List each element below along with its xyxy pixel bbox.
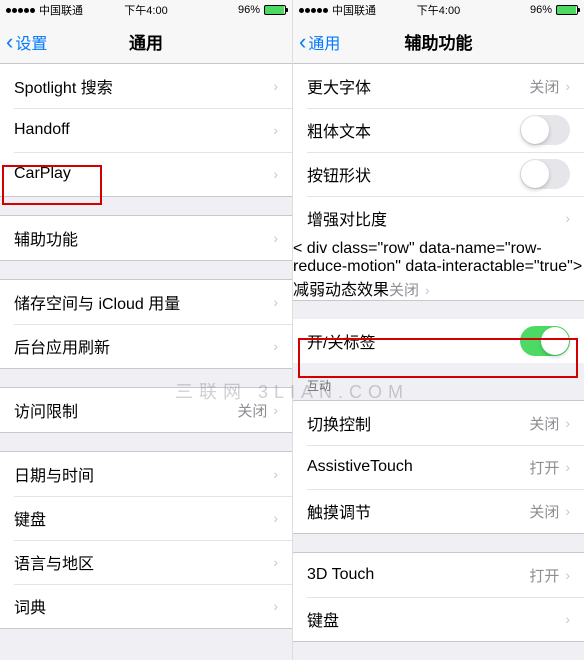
status-time: 下午4:00 [417, 2, 460, 18]
chevron-right-icon: › [565, 567, 570, 583]
back-button[interactable]: ‹ 设置 [0, 30, 47, 54]
status-bar: 中国联通 下午4:00 96% [0, 0, 292, 20]
chevron-right-icon: › [273, 510, 278, 526]
back-button[interactable]: ‹ 通用 [293, 30, 340, 54]
row-bold-text[interactable]: 粗体文本 [293, 108, 584, 152]
battery-icon [264, 5, 286, 15]
chevron-right-icon: › [273, 294, 278, 310]
chevron-right-icon: › [273, 78, 278, 94]
back-label: 设置 [15, 30, 47, 54]
row-keyboard-access[interactable]: 键盘› [293, 597, 584, 641]
row-spotlight[interactable]: Spotlight 搜索› [0, 64, 292, 108]
row-switch-control[interactable]: 切换控制关闭› [293, 401, 584, 445]
chevron-right-icon: › [565, 415, 570, 431]
accessibility-list: 更大字体关闭› 粗体文本 按钮形状 增强对比度› < div class="ro… [293, 64, 584, 363]
settings-list: Spotlight 搜索› Handoff› CarPlay› 辅助功能› 储存… [0, 64, 292, 629]
row-accessibility[interactable]: 辅助功能› [0, 216, 292, 260]
chevron-right-icon: › [273, 338, 278, 354]
row-storage[interactable]: 储存空间与 iCloud 用量› [0, 280, 292, 324]
row-handoff[interactable]: Handoff› [0, 108, 292, 152]
carrier-label: 中国联通 [39, 2, 83, 18]
signal-icon [6, 8, 35, 13]
chevron-right-icon: › [273, 230, 278, 246]
row-assistivetouch[interactable]: AssistiveTouch打开› [293, 445, 584, 489]
chevron-right-icon: › [273, 166, 278, 182]
screen-general: 中国联通 下午4:00 96% ‹ 设置 通用 Spotlight 搜索› Ha… [0, 0, 292, 660]
row-button-shapes[interactable]: 按钮形状 [293, 152, 584, 196]
nav-bar: ‹ 设置 通用 [0, 20, 292, 64]
chevron-left-icon: ‹ [6, 31, 13, 53]
row-increase-contrast[interactable]: 增强对比度› [293, 196, 584, 240]
row-background-refresh[interactable]: 后台应用刷新› [0, 324, 292, 368]
back-label: 通用 [308, 30, 340, 54]
row-on-off-labels[interactable]: 开/关标签 [293, 319, 584, 363]
row-keyboard[interactable]: 键盘› [0, 496, 292, 540]
chevron-right-icon: › [273, 466, 278, 482]
chevron-right-icon: › [565, 611, 570, 627]
status-time: 下午4:00 [124, 2, 167, 18]
chevron-right-icon: › [565, 210, 570, 226]
row-restrictions[interactable]: 访问限制关闭› [0, 388, 292, 432]
chevron-right-icon: › [273, 402, 278, 418]
nav-title: 通用 [129, 29, 163, 54]
battery-icon [556, 5, 578, 15]
toggle-bold-text[interactable] [520, 115, 570, 145]
screen-accessibility: 中国联通 下午4:00 96% ‹ 通用 辅助功能 更大字体关闭› 粗体文本 按… [292, 0, 584, 660]
row-carplay[interactable]: CarPlay› [0, 152, 292, 196]
row-dictionary[interactable]: 词典› [0, 584, 292, 628]
row-date-time[interactable]: 日期与时间› [0, 452, 292, 496]
chevron-left-icon: ‹ [299, 31, 306, 53]
status-bar: 中国联通 下午4:00 96% [293, 0, 584, 20]
signal-icon [299, 8, 328, 13]
chevron-right-icon: › [565, 78, 570, 94]
chevron-right-icon: › [425, 282, 430, 298]
nav-title: 辅助功能 [405, 29, 473, 54]
chevron-right-icon: › [273, 554, 278, 570]
row-3d-touch[interactable]: 3D Touch打开› [293, 553, 584, 597]
toggle-on-off-labels[interactable] [520, 326, 570, 356]
battery-percent: 96% [530, 4, 552, 16]
row-language-region[interactable]: 语言与地区› [0, 540, 292, 584]
battery-percent: 96% [238, 4, 260, 16]
chevron-right-icon: › [565, 503, 570, 519]
row-touch-accommodations[interactable]: 触摸调节关闭› [293, 489, 584, 533]
chevron-right-icon: › [565, 459, 570, 475]
chevron-right-icon: › [273, 122, 278, 138]
toggle-button-shapes[interactable] [520, 159, 570, 189]
carrier-label: 中国联通 [332, 2, 376, 18]
chevron-right-icon: › [273, 598, 278, 614]
row-larger-text[interactable]: 更大字体关闭› [293, 64, 584, 108]
nav-bar: ‹ 通用 辅助功能 [293, 20, 584, 64]
section-header-interaction: 互动 [293, 363, 584, 400]
